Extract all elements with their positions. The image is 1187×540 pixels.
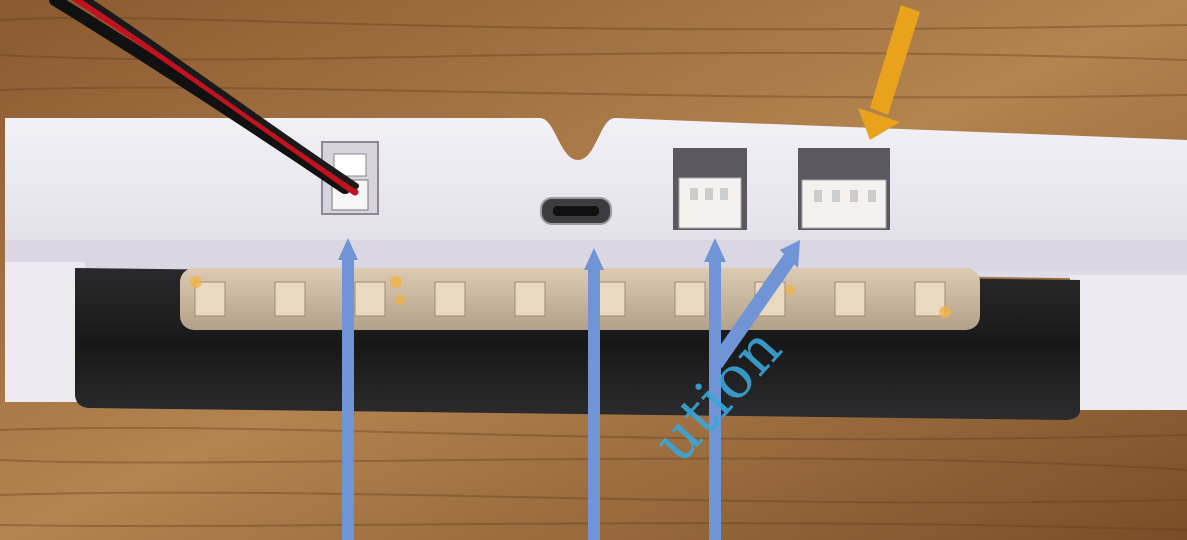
- photo-scene: [0, 0, 1187, 540]
- jst-connector-right: [798, 148, 890, 230]
- jst-connector-left: [673, 148, 747, 230]
- photo-stage: ution: [0, 0, 1187, 540]
- micro-usb-port: [540, 197, 612, 225]
- housing-left-end: [5, 262, 85, 402]
- housing-right-end: [1070, 275, 1187, 410]
